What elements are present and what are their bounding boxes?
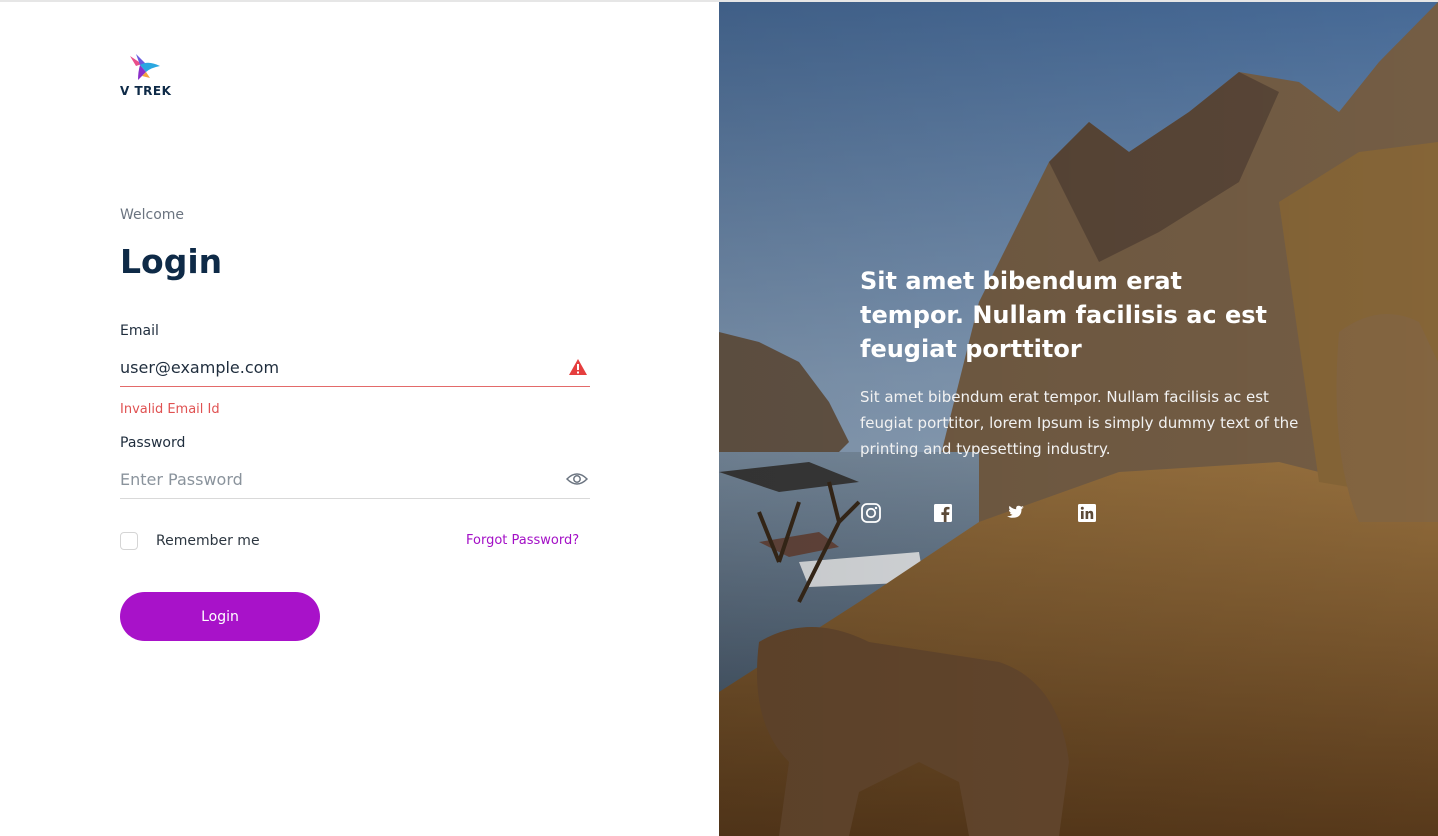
- email-label: Email: [120, 323, 159, 339]
- linkedin-icon[interactable]: [1076, 502, 1098, 524]
- email-field-container: [120, 350, 590, 387]
- facebook-icon[interactable]: [932, 502, 954, 524]
- email-error-message: Invalid Email Id: [120, 402, 220, 417]
- twitter-icon[interactable]: [1004, 502, 1026, 524]
- hero-description: Sit amet bibendum erat tempor. Nullam fa…: [860, 388, 1299, 458]
- hummingbird-logo-icon: [130, 54, 160, 80]
- brand-logo: V TREK: [120, 52, 180, 102]
- password-label: Password: [120, 435, 186, 451]
- email-input[interactable]: [120, 350, 550, 384]
- password-field-container: [120, 462, 590, 499]
- forgot-password-link[interactable]: Forgot Password?: [466, 533, 579, 548]
- page-title: Login: [120, 242, 223, 281]
- instagram-icon[interactable]: [860, 502, 882, 524]
- welcome-text: Welcome: [120, 207, 185, 223]
- password-input[interactable]: [120, 462, 550, 496]
- remember-me-label[interactable]: Remember me: [156, 533, 260, 549]
- hero-panel: Sit amet bibendum erat tempor. Nullam fa…: [719, 2, 1438, 836]
- hero-title: Sit amet bibendum erat tempor. Nullam fa…: [860, 267, 1268, 363]
- login-panel: V TREK Welcome Login Email Invalid Email…: [0, 2, 719, 836]
- remember-me-checkbox[interactable]: [120, 532, 138, 550]
- login-button[interactable]: Login: [120, 592, 320, 641]
- warning-icon: [569, 359, 587, 375]
- eye-icon[interactable]: [566, 471, 588, 487]
- brand-name: V TREK: [120, 84, 172, 98]
